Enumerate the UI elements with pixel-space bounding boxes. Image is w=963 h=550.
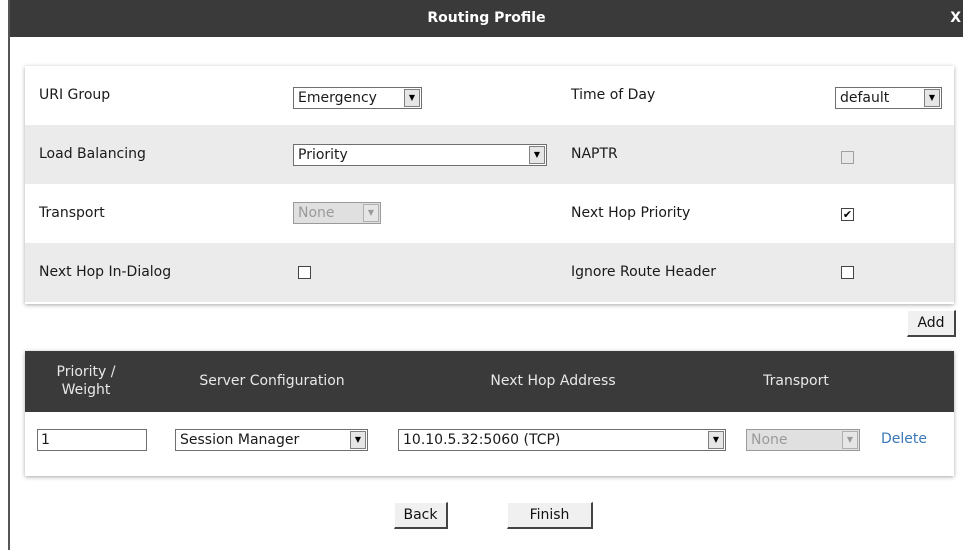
dialog-title-bar: Routing Profile X — [10, 0, 963, 37]
close-button[interactable]: X — [950, 0, 961, 37]
next-hop-table: Priority / Weight Server Configuration N… — [25, 351, 954, 476]
form-row-uri-group: URI Group Emergency ▼ Time of Day defaul… — [25, 66, 954, 125]
load-balancing-value: Priority — [298, 147, 348, 163]
next-hop-in-dialog-label: Next Hop In-Dialog — [39, 264, 172, 280]
form-row-load-balancing: Load Balancing Priority ▼ NAPTR — [25, 125, 954, 184]
back-button[interactable]: Back — [394, 502, 448, 529]
form-row-next-hop-in-dialog: Next Hop In-Dialog Ignore Route Header — [25, 243, 954, 302]
uri-group-label: URI Group — [39, 87, 111, 103]
row-transport-value: None — [751, 432, 788, 448]
naptr-label: NAPTR — [571, 146, 618, 162]
priority-weight-header: Priority / Weight — [47, 363, 125, 399]
naptr-checkbox[interactable] — [841, 151, 854, 164]
chevron-down-icon: ▼ — [842, 431, 858, 449]
check-icon: ✔ — [842, 208, 853, 221]
chevron-down-icon: ▼ — [350, 431, 366, 449]
priority-header-line2: Weight — [61, 382, 111, 398]
chevron-down-icon: ▼ — [708, 431, 724, 449]
server-configuration-select[interactable]: Session Manager ▼ — [175, 429, 368, 451]
add-button[interactable]: Add — [907, 310, 956, 337]
time-of-day-select[interactable]: default ▼ — [835, 87, 942, 109]
transport-label: Transport — [39, 205, 105, 221]
chevron-down-icon: ▼ — [529, 146, 545, 164]
transport-header: Transport — [763, 373, 829, 389]
next-hop-in-dialog-checkbox[interactable] — [298, 266, 311, 279]
row-transport-select[interactable]: None ▼ — [746, 429, 860, 451]
dialog-title: Routing Profile — [427, 10, 546, 26]
next-hop-address-select[interactable]: 10.10.5.32:5060 (TCP) ▼ — [398, 429, 726, 451]
transport-value: None — [298, 205, 335, 221]
server-configuration-header: Server Configuration — [199, 373, 345, 389]
load-balancing-select[interactable]: Priority ▼ — [293, 144, 547, 166]
priority-input[interactable]: 1 — [37, 429, 147, 451]
routing-profile-form: URI Group Emergency ▼ Time of Day defaul… — [25, 66, 954, 304]
server-configuration-value: Session Manager — [180, 432, 300, 448]
table-row: 1 Session Manager ▼ 10.10.5.32:5060 (TCP… — [25, 412, 954, 476]
ignore-route-header-checkbox[interactable] — [841, 266, 854, 279]
chevron-down-icon: ▼ — [404, 89, 420, 107]
form-row-transport: Transport None ▼ Next Hop Priority ✔ — [25, 184, 954, 243]
next-hop-address-value: 10.10.5.32:5060 (TCP) — [403, 432, 561, 448]
next-hop-priority-checkbox[interactable]: ✔ — [841, 208, 854, 221]
chevron-down-icon: ▼ — [924, 89, 940, 107]
finish-button[interactable]: Finish — [507, 502, 593, 529]
uri-group-value: Emergency — [298, 90, 377, 106]
ignore-route-header-label: Ignore Route Header — [571, 264, 717, 280]
chevron-down-icon: ▼ — [363, 204, 379, 222]
time-of-day-value: default — [840, 90, 890, 106]
load-balancing-label: Load Balancing — [39, 146, 146, 162]
delete-link[interactable]: Delete — [881, 431, 927, 447]
uri-group-select[interactable]: Emergency ▼ — [293, 87, 422, 109]
left-border — [8, 0, 10, 550]
time-of-day-label: Time of Day — [571, 87, 656, 103]
next-hop-address-header: Next Hop Address — [490, 373, 616, 389]
table-header: Priority / Weight Server Configuration N… — [25, 351, 954, 412]
priority-header-line1: Priority / — [56, 364, 116, 380]
transport-select[interactable]: None ▼ — [293, 202, 381, 224]
next-hop-priority-label: Next Hop Priority — [571, 205, 691, 221]
